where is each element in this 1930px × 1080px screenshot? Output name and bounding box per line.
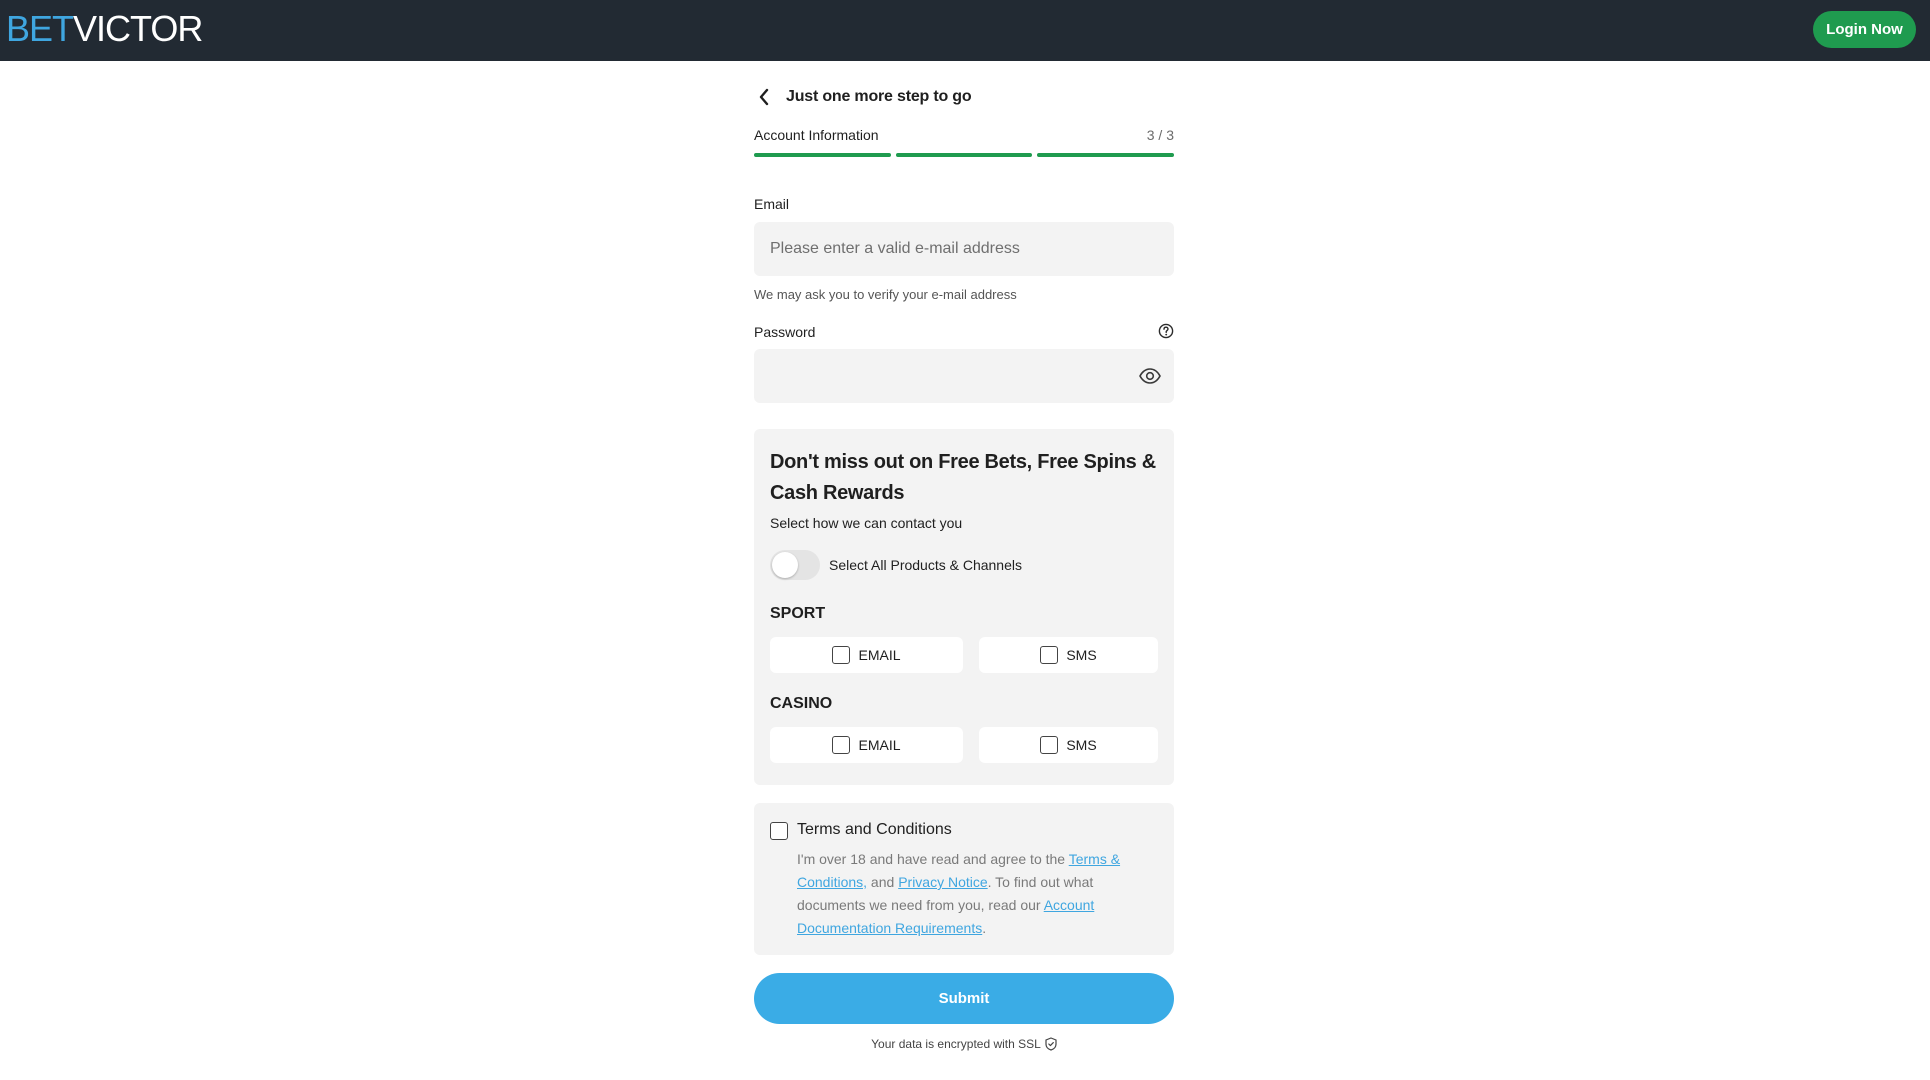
terms-panel: Terms and Conditions I'm over 18 and hav… (754, 803, 1174, 955)
email-input[interactable] (754, 222, 1174, 276)
select-all-toggle[interactable] (770, 550, 820, 580)
terms-text-part: . (982, 920, 987, 936)
chevron-left-icon (759, 88, 769, 106)
sport-email-checkbox[interactable] (832, 646, 851, 664)
terms-text-part: I'm over 18 and have read and agree to t… (797, 851, 1069, 867)
marketing-subtitle: Select how we can contact you (770, 515, 963, 531)
shield-check-icon (1045, 1037, 1057, 1051)
logo-victor: VICTOR (73, 8, 203, 49)
progress-count: 3 / 3 (1146, 127, 1174, 143)
email-label: Email (754, 196, 790, 212)
option-label: EMAIL (858, 647, 901, 663)
ssl-note: Your data is encrypted with SSL (754, 1037, 1174, 1051)
privacy-notice-link[interactable]: Privacy Notice (898, 874, 987, 890)
password-help-button[interactable] (1158, 323, 1174, 339)
progress-bar (754, 153, 1175, 157)
eye-icon (1139, 368, 1161, 384)
casino-sms-checkbox[interactable] (1040, 736, 1059, 754)
question-circle-icon (1158, 323, 1174, 339)
terms-text-part: and (867, 874, 899, 890)
password-label: Password (754, 324, 816, 340)
betvictor-logo[interactable]: BETVICTOR (6, 8, 203, 49)
option-label: SMS (1066, 737, 1097, 753)
section-label-casino: CASINO (770, 695, 833, 712)
step-title: Just one more step to go (786, 88, 972, 105)
password-input[interactable] (754, 349, 1174, 403)
email-hint: We may ask you to verify your e-mail add… (754, 287, 1017, 302)
submit-button[interactable]: Submit (754, 973, 1174, 1024)
sport-sms-option[interactable]: SMS (979, 637, 1158, 673)
progress-section-label: Account Information (754, 127, 879, 143)
sport-email-option[interactable]: EMAIL (770, 637, 963, 673)
section-label-sport: SPORT (770, 605, 826, 622)
option-label: EMAIL (858, 737, 901, 753)
casino-email-option[interactable]: EMAIL (770, 727, 963, 763)
show-password-button[interactable] (1138, 364, 1162, 388)
terms-text: I'm over 18 and have read and agree to t… (797, 848, 1127, 940)
ssl-note-text: Your data is encrypted with SSL (871, 1037, 1041, 1051)
progress-segment (1037, 153, 1175, 157)
terms-checkbox[interactable] (770, 822, 788, 840)
select-all-label: Select All Products & Channels (829, 557, 1022, 573)
casino-email-checkbox[interactable] (832, 736, 851, 754)
sport-sms-checkbox[interactable] (1040, 646, 1059, 664)
marketing-preferences: Don't miss out on Free Bets, Free Spins … (754, 429, 1174, 785)
option-label: SMS (1066, 647, 1097, 663)
login-now-button[interactable]: Login Now (1813, 11, 1916, 48)
toggle-knob (772, 552, 798, 578)
step-header: Just one more step to go (754, 81, 1174, 113)
logo-bet: BET (6, 8, 74, 49)
terms-title: Terms and Conditions (797, 821, 952, 838)
progress-segment (895, 153, 1033, 157)
back-button[interactable] (754, 85, 774, 109)
top-bar: BETVICTOR Login Now (0, 0, 1930, 61)
casino-sms-option[interactable]: SMS (979, 727, 1158, 763)
progress-segment (754, 153, 891, 157)
marketing-title: Don't miss out on Free Bets, Free Spins … (770, 451, 1156, 504)
